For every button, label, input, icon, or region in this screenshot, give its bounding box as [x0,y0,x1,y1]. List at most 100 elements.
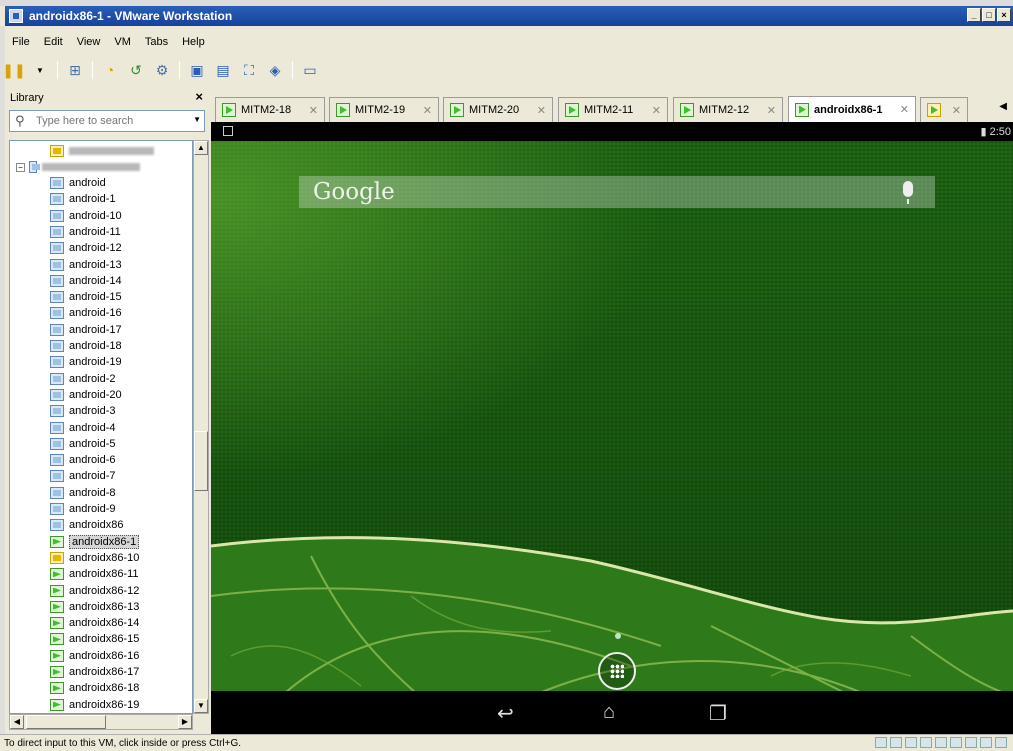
menu-file[interactable]: File [5,34,37,52]
library-item-label: android-19 [69,356,122,369]
tab-androidx86-1[interactable]: androidx86-1 ✕ [788,96,916,122]
library-item[interactable]: android-20 [50,387,122,403]
cd-drive-icon[interactable] [890,737,902,748]
recent-apps-icon[interactable]: ❐ [709,701,727,726]
message-log-icon[interactable] [995,737,1007,748]
menu-edit[interactable]: Edit [37,34,70,52]
tree-row-redacted[interactable] [50,143,154,159]
menu-help[interactable]: Help [175,34,212,52]
show-library-icon[interactable]: ▣ [188,61,206,79]
mic-icon[interactable] [903,181,913,204]
library-item[interactable]: android-9 [50,501,115,517]
tab-close-icon[interactable]: ✕ [952,104,961,117]
snapshot-manager-icon[interactable]: ⚙ [153,61,171,79]
library-item[interactable]: android-10 [50,208,122,224]
library-item[interactable]: android [50,175,106,191]
library-item[interactable]: android-7 [50,468,115,484]
scroll-thumb[interactable] [194,431,208,491]
tab-mitm2-11[interactable]: MITM2-11 ✕ [558,97,668,122]
google-search-bar[interactable]: Google [299,176,935,208]
tab-partial[interactable]: ✕ [920,97,968,122]
close-button[interactable]: × [997,8,1011,22]
library-item[interactable]: android-13 [50,257,122,273]
all-apps-button[interactable] [598,652,636,690]
library-item[interactable]: android-4 [50,420,115,436]
tab-scroll-left-icon[interactable]: ◀ [999,101,1007,112]
library-item[interactable]: androidx86-12 [50,583,139,599]
library-item[interactable]: android-16 [50,305,122,321]
library-item[interactable]: androidx86-10 [50,550,139,566]
library-item[interactable]: androidx86-1 [50,534,140,550]
library-item[interactable]: android-5 [50,436,115,452]
tab-close-icon[interactable]: ✕ [417,104,432,117]
library-item[interactable]: androidx86 [50,517,123,533]
unity-icon[interactable]: ◈ [266,61,284,79]
library-item[interactable]: androidx86-15 [50,631,139,647]
network-icon[interactable] [905,737,917,748]
library-search-input[interactable] [36,113,186,129]
tree-horizontal-scrollbar[interactable]: ◀ ▶ [9,714,193,730]
maximize-button[interactable]: □ [982,8,996,22]
tab-close-icon[interactable]: ✕ [303,104,318,117]
library-item[interactable]: androidx86-11 [50,566,139,582]
printer-icon[interactable] [965,737,977,748]
tab-mitm2-20[interactable]: MITM2-20 ✕ [443,97,553,122]
tab-mitm2-19[interactable]: MITM2-19 ✕ [329,97,439,122]
menu-view[interactable]: View [70,34,108,52]
snapshot-icon[interactable]: ◔ [101,61,119,79]
revert-snapshot-icon[interactable]: ↺ [127,61,145,79]
usb-icon[interactable] [935,737,947,748]
tab-close-icon[interactable]: ✕ [646,104,661,117]
scroll-right-icon[interactable]: ▶ [178,715,192,729]
library-item[interactable]: android-17 [50,322,122,338]
sound-icon[interactable] [950,737,962,748]
library-item[interactable]: android-12 [50,240,122,256]
tree-row-host[interactable]: − [16,159,140,175]
library-item[interactable]: androidx86-16 [50,648,139,664]
search-dropdown-icon[interactable]: ▼ [193,115,201,124]
scroll-up-icon[interactable]: ▲ [194,141,208,155]
full-screen-icon[interactable]: ⛶ [240,61,258,79]
menu-tabs[interactable]: Tabs [138,34,175,52]
minimize-button[interactable]: _ [967,8,981,22]
tree-vertical-scrollbar[interactable]: ▲ ▼ [193,140,209,714]
dropdown-arrow-icon[interactable]: ▼ [31,61,49,79]
tab-close-icon[interactable]: ✕ [894,103,909,116]
network-icon[interactable] [920,737,932,748]
library-item[interactable]: androidx86-13 [50,599,139,615]
display-icon[interactable] [980,737,992,748]
library-item[interactable]: android-19 [50,354,122,370]
tab-close-icon[interactable]: ✕ [761,104,776,117]
console-view-icon[interactable]: ▭ [301,61,319,79]
thumbnail-bar-icon[interactable]: ▤ [214,61,232,79]
collapse-icon[interactable]: − [16,162,25,172]
tab-close-icon[interactable]: ✕ [531,104,546,117]
library-item[interactable]: android-8 [50,485,115,501]
back-icon[interactable]: ↩ [497,701,514,726]
home-icon[interactable]: ⌂ [603,701,615,724]
scroll-left-icon[interactable]: ◀ [10,715,24,729]
send-ctrl-alt-del-icon[interactable]: ⊞ [66,61,84,79]
library-item[interactable]: androidx86-19 [50,697,139,713]
library-item[interactable]: android-2 [50,371,115,387]
library-item[interactable]: android-3 [50,403,115,419]
vm-console[interactable]: ▮ 2:50 Google ↩ ⌂ ❐ [211,122,1013,734]
library-item[interactable]: android-15 [50,289,122,305]
toolbar-separator [92,61,93,79]
hard-disk-icon[interactable] [875,737,887,748]
pause-icon[interactable]: ❚❚ [2,61,25,79]
library-item[interactable]: android-18 [50,338,122,354]
tab-mitm2-12[interactable]: MITM2-12 ✕ [673,97,783,122]
menu-vm[interactable]: VM [107,34,138,52]
library-item[interactable]: androidx86-18 [50,680,139,696]
library-item[interactable]: android-11 [50,224,121,240]
library-item[interactable]: androidx86-14 [50,615,139,631]
library-item[interactable]: androidx86-17 [50,664,139,680]
library-item[interactable]: android-6 [50,452,115,468]
scroll-down-icon[interactable]: ▼ [194,699,208,713]
scroll-thumb[interactable] [26,715,106,729]
library-close-icon[interactable]: × [195,89,203,104]
library-item[interactable]: android-14 [50,273,122,289]
tab-mitm2-18[interactable]: MITM2-18 ✕ [215,97,325,122]
library-item[interactable]: android-1 [50,191,115,207]
